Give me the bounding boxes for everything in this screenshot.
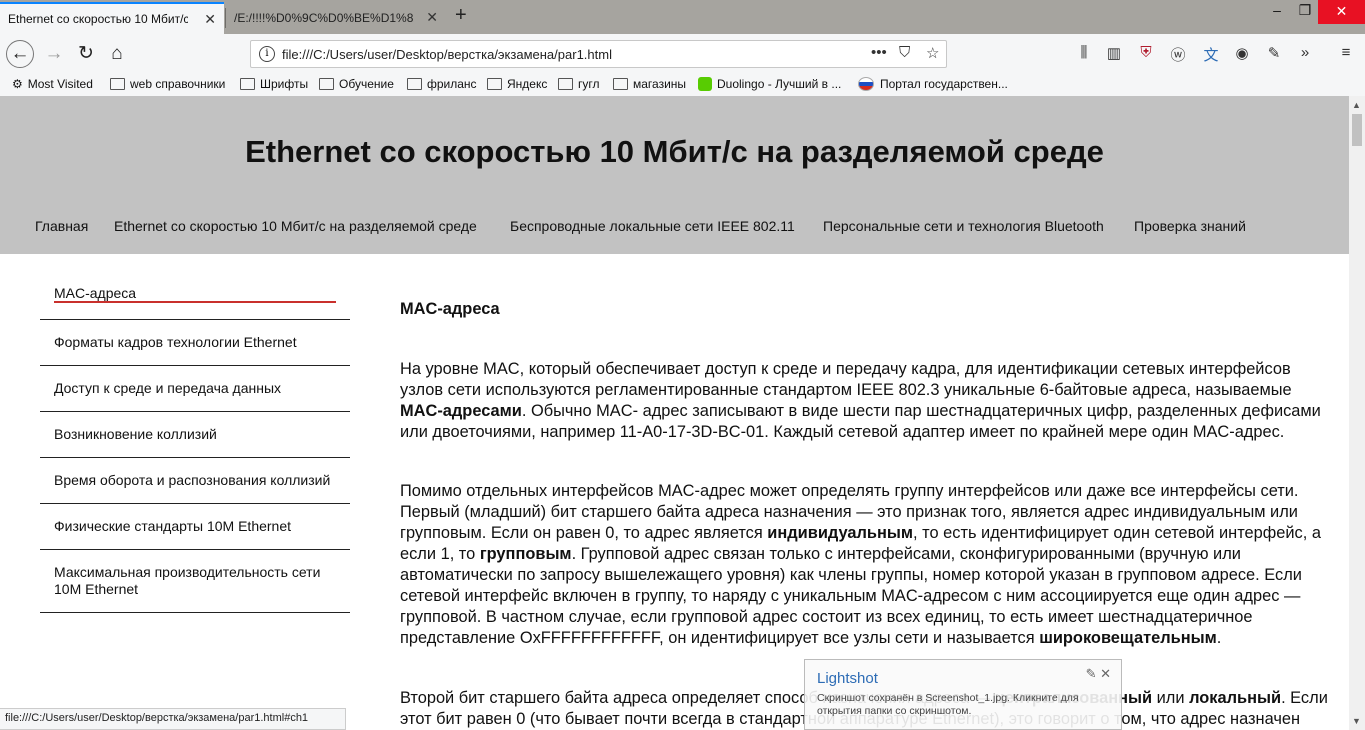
bookmark-folder[interactable]: гугл (558, 77, 600, 91)
extension-w-icon[interactable]: ⓦ (1166, 44, 1190, 65)
site-header: Ethernet со скоростью 10 Мбит/с на разде… (0, 96, 1349, 254)
folder-icon (558, 78, 573, 90)
close-tab-icon[interactable]: ✕ (204, 11, 216, 28)
page-scrollbar[interactable]: ▲ ▼ (1349, 96, 1365, 730)
site-title: Ethernet со скоростью 10 Мбит/с на разде… (245, 134, 1104, 169)
window-close-icon[interactable]: ✕ (1318, 0, 1365, 24)
back-icon[interactable]: ← (6, 40, 34, 68)
bookmark-star-icon[interactable]: ☆ (926, 44, 939, 62)
menu-item-quiz[interactable]: Проверка знаний (1134, 218, 1246, 234)
folder-icon (319, 78, 334, 90)
bookmark-gosuslugi[interactable]: Портал государствен... (858, 77, 1008, 91)
sidebar-item-physical-standards[interactable]: Физические стандарты 10M Ethernet (40, 504, 350, 550)
new-tab-icon[interactable]: + (455, 4, 467, 27)
menu-item-ethernet[interactable]: Ethernet со скоростью 10 Мбит/с на разде… (114, 218, 477, 234)
notification-title: Lightshot (817, 670, 878, 687)
home-icon[interactable]: ⌂ (103, 40, 131, 68)
duolingo-icon (698, 77, 712, 91)
restore-icon[interactable]: ❐ (1290, 2, 1320, 19)
scroll-up-icon[interactable]: ▲ (1352, 100, 1361, 110)
sidebar-icon[interactable]: ▥ (1102, 44, 1126, 62)
screenshot-icon[interactable]: ✎ (1262, 44, 1286, 62)
url-text: file:///C:/Users/user/Desktop/верстка/эк… (282, 47, 612, 62)
account-icon[interactable]: ◉ (1230, 44, 1254, 62)
gear-icon: ⚙ (12, 77, 23, 91)
menu-icon[interactable]: ≡ (1334, 44, 1358, 61)
bookmark-folder[interactable]: магазины (613, 77, 686, 91)
bookmark-folder[interactable]: Обучение (319, 77, 394, 91)
bookmark-folder[interactable]: фриланс (407, 77, 477, 91)
library-icon[interactable]: ⫼ (1072, 44, 1096, 61)
site-info-icon[interactable]: i (259, 46, 275, 62)
sidebar-item-max-performance[interactable]: Максимальная производительность сети 10M… (40, 550, 350, 613)
minimize-icon[interactable]: ‒ (1262, 2, 1292, 18)
bookmark-folder[interactable]: web справочники (110, 77, 225, 91)
translate-icon[interactable]: 文 (1199, 44, 1223, 65)
ublock-icon[interactable]: ⛨ (1134, 44, 1158, 61)
folder-icon (240, 78, 255, 90)
sidebar-item-round-trip[interactable]: Время оборота и распознования коллизий (40, 458, 350, 504)
bookmark-most-visited[interactable]: ⚙ Most Visited (12, 77, 93, 91)
scroll-thumb[interactable] (1352, 114, 1362, 146)
bookmark-duolingo[interactable]: Duolingo - Лучший в ... (698, 77, 841, 91)
tab-second[interactable]: /E:/!!!!%D0%9C%D0%BE%D1%82%D ✕ (226, 2, 446, 34)
status-link-url: file:///C:/Users/user/Desktop/верстка/эк… (0, 708, 346, 730)
page-viewport: Ethernet со скоростью 10 Мбит/с на разде… (0, 96, 1349, 730)
overflow-chevron-icon[interactable]: » (1293, 44, 1317, 61)
tab-active[interactable]: Ethernet со скоростью 10 Мбит/с ✕ (0, 2, 224, 34)
sidebar-item-media-access[interactable]: Доступ к среде и передача данных (40, 366, 350, 412)
folder-icon (110, 78, 125, 90)
scroll-down-icon[interactable]: ▼ (1352, 716, 1361, 726)
sidebar-item-frame-formats[interactable]: Форматы кадров технологии Ethernet (40, 320, 350, 366)
menu-item-wireless[interactable]: Беспроводные локальные сети IEEE 802.11 (510, 218, 795, 234)
article-paragraph: Помимо отдельных интерфейсов MAC-адрес м… (400, 482, 1321, 648)
pocket-icon[interactable]: ⛉ (899, 44, 910, 61)
menu-item-bluetooth[interactable]: Персональные сети и технология Bluetooth (823, 218, 1104, 234)
bookmarks-toolbar: ⚙ Most Visited web справочники Шрифты Обу… (0, 74, 1365, 97)
bookmark-folder[interactable]: Яндекс (487, 77, 547, 91)
close-tab-icon[interactable]: ✕ (426, 9, 438, 26)
page-actions-icon[interactable]: ••• (871, 44, 887, 61)
flag-icon (858, 77, 874, 91)
tab-title: /E:/!!!!%D0%9C%D0%BE%D1%82%D (234, 11, 414, 25)
sidebar-item-collisions[interactable]: Возникновение коллизий (40, 412, 350, 458)
tab-title: Ethernet со скоростью 10 Мбит/с (8, 12, 188, 26)
tab-strip: Ethernet со скоростью 10 Мбит/с ✕ /E:/!!… (0, 0, 1365, 34)
lightshot-notification[interactable]: Lightshot ✎ ✕ Скриншот сохранён в Screen… (804, 659, 1122, 730)
notification-close-icon[interactable]: ✎ ✕ (1086, 666, 1111, 682)
address-bar[interactable]: i file:///C:/Users/user/Desktop/верстка/… (250, 40, 947, 68)
forward-icon[interactable]: → (40, 40, 68, 68)
navigation-toolbar: ← → ↻ ⌂ i file:///C:/Users/user/Desktop/… (0, 34, 1365, 74)
notification-body: Скриншот сохранён в Screenshot_1.jpg. Кл… (817, 692, 1079, 717)
folder-icon (407, 78, 422, 90)
bookmark-folder[interactable]: Шрифты (240, 77, 308, 91)
article-paragraph: На уровне MAC, который обеспечивает дост… (400, 360, 1321, 442)
article-heading: MAC-адреса (400, 299, 500, 318)
active-underline (54, 301, 336, 303)
menu-item-home[interactable]: Главная (35, 218, 88, 234)
folder-icon (613, 78, 628, 90)
folder-icon (487, 78, 502, 90)
reload-icon[interactable]: ↻ (72, 40, 100, 68)
